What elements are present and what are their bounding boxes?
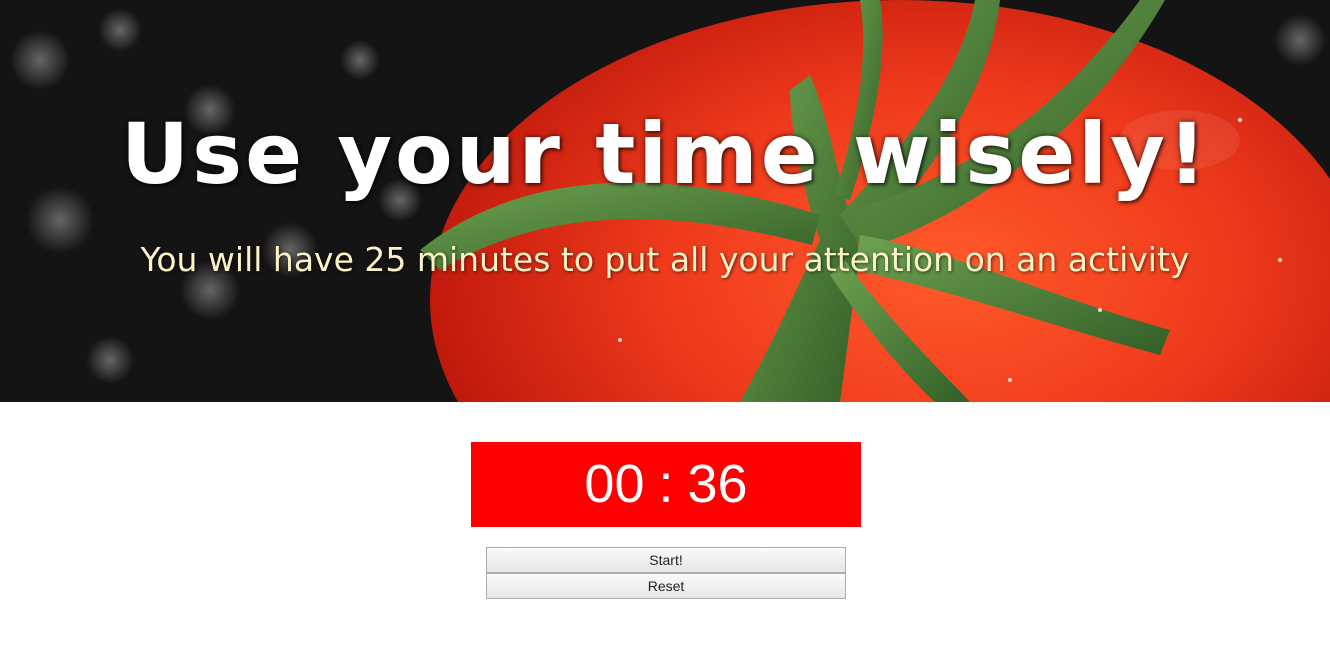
timer-seconds: 36 [687,454,748,514]
start-button[interactable]: Start! [486,547,846,573]
timer-minutes: 00 [584,454,645,514]
hero-headline: Use your time wisely! [120,105,1210,203]
timer-separator: : [658,454,674,514]
reset-button[interactable]: Reset [486,573,846,599]
hero-banner: Use your time wisely! You will have 25 m… [0,0,1330,402]
timer-display: 00:36 [471,442,861,527]
hero-subline: You will have 25 minutes to put all your… [140,240,1190,279]
